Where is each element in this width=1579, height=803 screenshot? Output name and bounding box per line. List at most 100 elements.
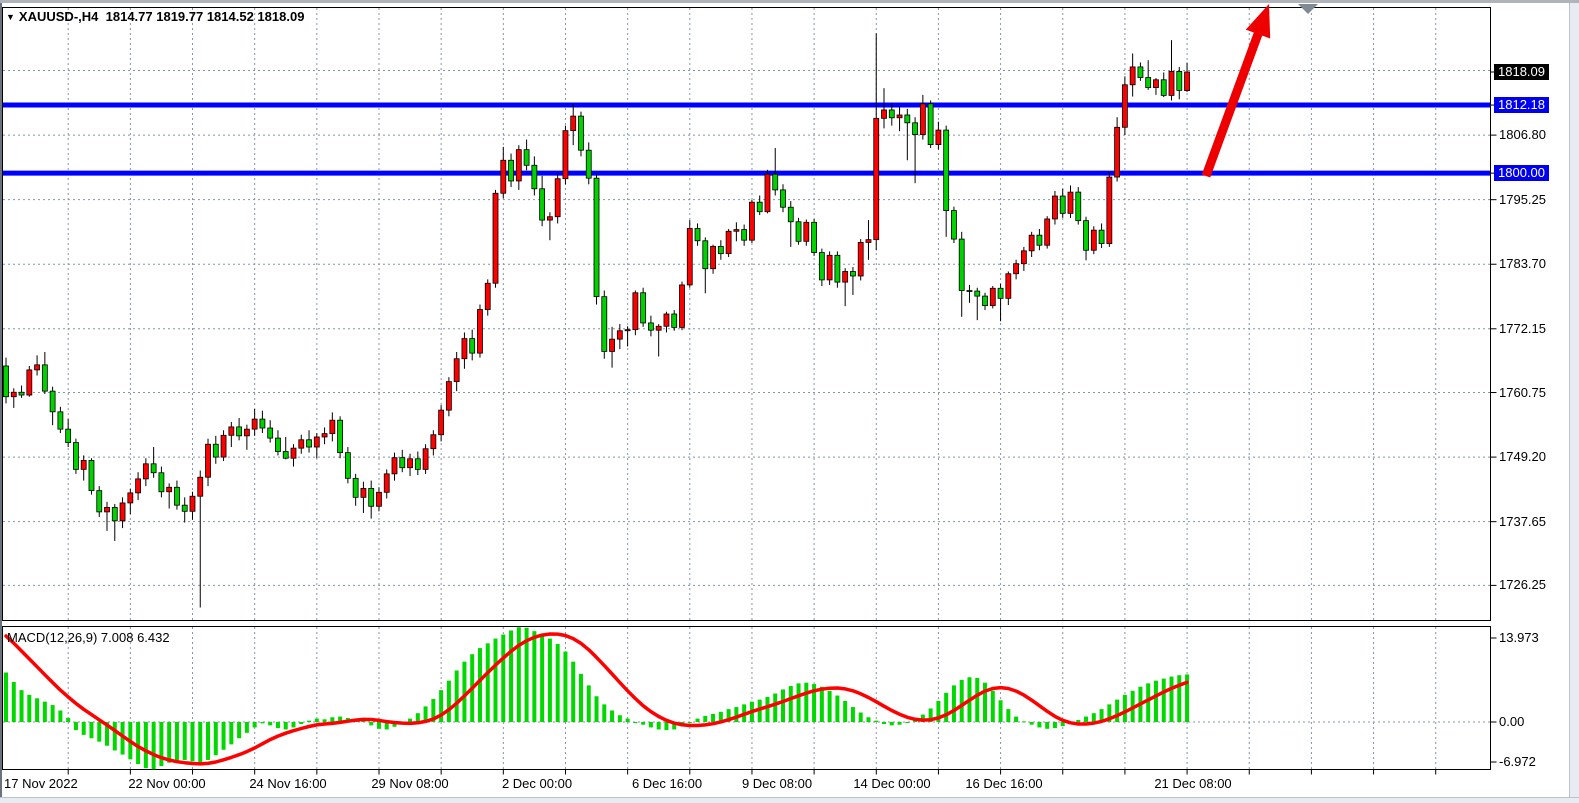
candle-bearish — [89, 460, 94, 490]
macd-histogram-bar — [455, 670, 459, 722]
candle-bearish — [913, 123, 918, 135]
candle-bullish — [1107, 177, 1112, 244]
candle-bullish — [229, 427, 234, 435]
macd-histogram-bar — [851, 707, 855, 722]
macd-histogram-bar — [641, 722, 645, 725]
macd-histogram-bar — [898, 722, 902, 725]
macd-histogram-bar — [89, 722, 93, 738]
candle-bullish — [1091, 230, 1096, 250]
candle-bullish — [563, 131, 568, 179]
candle-bearish — [773, 174, 778, 190]
chart-window: ▼XAUUSD-,H4 1814.77 1819.77 1814.52 1818… — [0, 0, 1579, 803]
chart-canvas[interactable] — [0, 0, 1579, 803]
candle-bearish — [1177, 71, 1182, 90]
candle-bullish — [206, 444, 211, 477]
macd-histogram-bar — [773, 694, 777, 722]
macd-histogram-bar — [377, 722, 381, 729]
candle-bearish — [578, 116, 583, 150]
candle-bullish — [617, 331, 622, 339]
macd-histogram-bar — [649, 722, 653, 727]
candle-bullish — [408, 459, 413, 468]
candle-bearish — [998, 288, 1003, 298]
candle-bullish — [446, 382, 451, 411]
macd-histogram-bar — [190, 722, 194, 761]
candle-bullish — [376, 492, 381, 506]
candle-bullish — [431, 435, 436, 449]
candle-bullish — [990, 288, 995, 305]
candle-bearish — [586, 150, 591, 178]
candle-bearish — [159, 473, 164, 492]
candle-bullish — [136, 479, 141, 493]
candle-bullish — [547, 217, 552, 220]
candle-bullish — [726, 231, 731, 253]
candle-bullish — [330, 420, 335, 433]
candle-bullish — [439, 410, 444, 435]
candle-bullish — [687, 228, 692, 284]
candle-bullish — [221, 435, 226, 457]
candle-bullish — [734, 230, 739, 232]
macd-histogram-bar — [1170, 677, 1174, 722]
candle-bullish — [299, 440, 304, 448]
macd-histogram-bar — [571, 662, 575, 722]
candle-bearish — [524, 150, 529, 166]
candle-bearish — [307, 440, 312, 447]
macd-histogram-bar — [35, 698, 39, 722]
macd-histogram-bar — [1162, 679, 1166, 722]
candle-bearish — [1161, 80, 1166, 96]
macd-histogram-bar — [734, 707, 738, 722]
candle-bullish — [882, 110, 887, 118]
macd-histogram-bar — [595, 696, 599, 722]
candle-bullish — [1169, 71, 1174, 95]
candle-bearish — [1037, 235, 1042, 245]
macd-histogram-bar — [82, 722, 86, 735]
candle-bullish — [392, 458, 397, 474]
macd-histogram-bar — [214, 722, 218, 755]
candle-bullish — [190, 496, 195, 511]
candle-bullish — [804, 222, 809, 241]
macd-histogram-bar — [610, 710, 614, 722]
macd-histogram-bar — [587, 685, 591, 722]
candle-bullish — [423, 449, 428, 470]
candle-bullish — [920, 104, 925, 135]
candle-bullish — [633, 293, 638, 330]
candle-bullish — [11, 392, 16, 396]
candle-bullish — [664, 314, 669, 326]
macd-histogram-bar — [532, 631, 536, 722]
candle-bearish — [602, 297, 607, 352]
candle-bearish — [182, 505, 187, 511]
macd-histogram-bar — [198, 722, 202, 763]
candle-bearish — [4, 366, 9, 397]
candle-bearish — [58, 412, 63, 429]
candle-bullish — [198, 477, 203, 496]
macd-histogram-bar — [1084, 717, 1088, 722]
macd-panel-frame — [3, 627, 1491, 770]
candle-bullish — [81, 460, 86, 469]
candle-bearish — [509, 160, 514, 181]
candle-bullish — [384, 474, 389, 492]
macd-histogram-bar — [416, 713, 420, 722]
macd-histogram-bar — [307, 721, 311, 722]
candle-bearish — [532, 165, 537, 188]
macd-histogram-bar — [183, 722, 187, 760]
candle-bullish — [322, 434, 327, 437]
candle-bullish — [555, 179, 560, 217]
candle-bearish — [151, 464, 156, 473]
macd-histogram-bar — [517, 627, 521, 722]
macd-histogram-bar — [1061, 722, 1065, 726]
candle-bullish — [244, 429, 249, 436]
candle-bullish — [501, 160, 506, 193]
macd-histogram-bar — [447, 681, 451, 722]
macd-histogram-bar — [144, 722, 148, 768]
macd-histogram-bar — [999, 700, 1003, 722]
macd-histogram-bar — [882, 722, 886, 724]
candle-bearish — [983, 296, 988, 306]
macd-histogram-bar — [548, 639, 552, 722]
macd-histogram-bar — [890, 722, 894, 725]
candle-bearish — [703, 241, 708, 269]
macd-histogram-bar — [330, 717, 334, 722]
candle-bullish — [625, 330, 630, 331]
macd-histogram-bar — [299, 722, 303, 724]
candle-bearish — [889, 110, 894, 118]
macd-histogram-bar — [58, 710, 62, 722]
candle-bullish — [485, 283, 490, 309]
